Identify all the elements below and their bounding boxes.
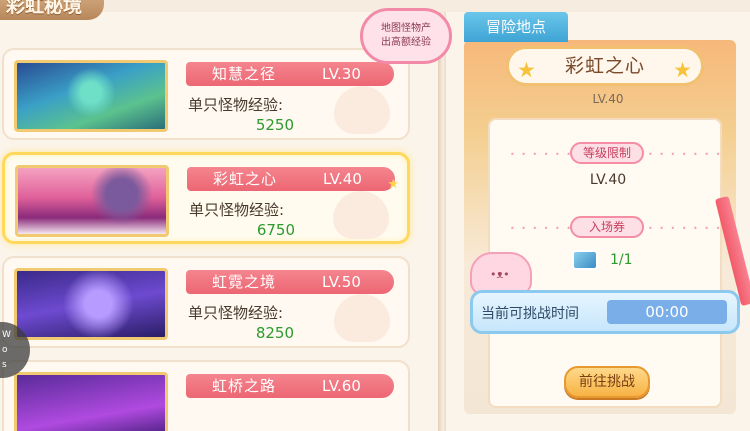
ticket-count: 1/1 — [610, 252, 633, 268]
star-icon: ★ — [673, 58, 693, 82]
go-challenge-button[interactable]: 前往挑战 — [564, 366, 650, 398]
map-name: 虹霓之境 — [212, 273, 277, 291]
exp-value: 5250 — [255, 116, 294, 134]
timer-value: 00:00 — [607, 300, 727, 324]
exp-label: 单只怪物经验: — [189, 201, 285, 219]
screen-title: 彩虹秘境 — [0, 0, 105, 20]
mascot-watermark — [334, 86, 390, 134]
divider-dots: • • • • • • • — [648, 150, 723, 159]
challenge-timer-bar: 当前可挑战时间 00:00 — [470, 290, 740, 334]
map-name: 彩虹之心 — [213, 170, 278, 188]
map-thumbnail — [15, 165, 169, 237]
exp-value: 8250 — [255, 324, 294, 342]
mascot-watermark — [334, 294, 390, 342]
mascot-watermark — [333, 191, 389, 239]
map-level: LV.60 — [322, 377, 361, 395]
bonus-exp-badge: 地图怪物产 出高额经验 — [360, 8, 452, 64]
map-name: 知慧之径 — [212, 65, 277, 83]
map-thumbnail — [14, 268, 168, 340]
map-level: LV.50 — [322, 273, 361, 291]
level-requirement-tag: 等级限制 — [570, 142, 644, 164]
badge-line-2: 出高额经验 — [381, 37, 431, 48]
divider-dots: • • • • • • • — [648, 224, 723, 233]
cat-face-icon: •ᴥ• — [490, 268, 510, 281]
map-thumbnail — [14, 60, 168, 132]
map-name-bar: 虹桥之路 LV.60 — [186, 374, 394, 398]
star-icon: ★ — [517, 58, 537, 82]
map-level: LV.40 — [323, 170, 362, 188]
tab-adventure-location: 冒险地点 — [464, 12, 568, 42]
badge-line-1: 地图怪物产 — [381, 23, 431, 34]
map-card-2[interactable]: 彩虹之心 LV.40 ★ 单只怪物经验: 6750 — [2, 152, 410, 244]
star-icon: ★ — [387, 177, 399, 192]
exp-label: 单只怪物经验: — [188, 304, 284, 322]
map-level: LV.30 — [322, 65, 361, 83]
map-card-4[interactable]: 虹桥之路 LV.60 — [2, 360, 410, 431]
map-card-1[interactable]: 知慧之径 LV.30 单只怪物经验: 5250 — [2, 48, 410, 140]
map-name-bar: 虹霓之境 LV.50 — [186, 270, 394, 294]
detail-title: 彩虹之心 — [564, 55, 645, 77]
ticket-tag: 入场券 — [570, 216, 644, 238]
timer-label: 当前可挑战时间 — [481, 306, 579, 322]
map-name: 虹桥之路 — [212, 377, 277, 395]
floating-side-text: W o s — [2, 330, 11, 370]
level-requirement-value: LV.40 — [589, 172, 627, 188]
exp-label: 单只怪物经验: — [188, 96, 284, 114]
detail-level: LV.40 — [592, 92, 624, 106]
map-name-bar: 知慧之径 LV.30 — [186, 62, 394, 86]
map-name-bar: 彩虹之心 LV.40 ★ — [187, 167, 399, 192]
map-list[interactable]: 知慧之径 LV.30 单只怪物经验: 5250 彩虹之心 LV.40 ★ 单只怪… — [0, 42, 420, 431]
ticket-icon — [572, 250, 598, 270]
map-card-3[interactable]: 虹霓之境 LV.50 单只怪物经验: 8250 — [2, 256, 410, 348]
detail-title-plate: ★ 彩虹之心 ★ — [506, 46, 704, 86]
exp-value: 6750 — [256, 221, 295, 239]
map-thumbnail — [14, 372, 168, 431]
